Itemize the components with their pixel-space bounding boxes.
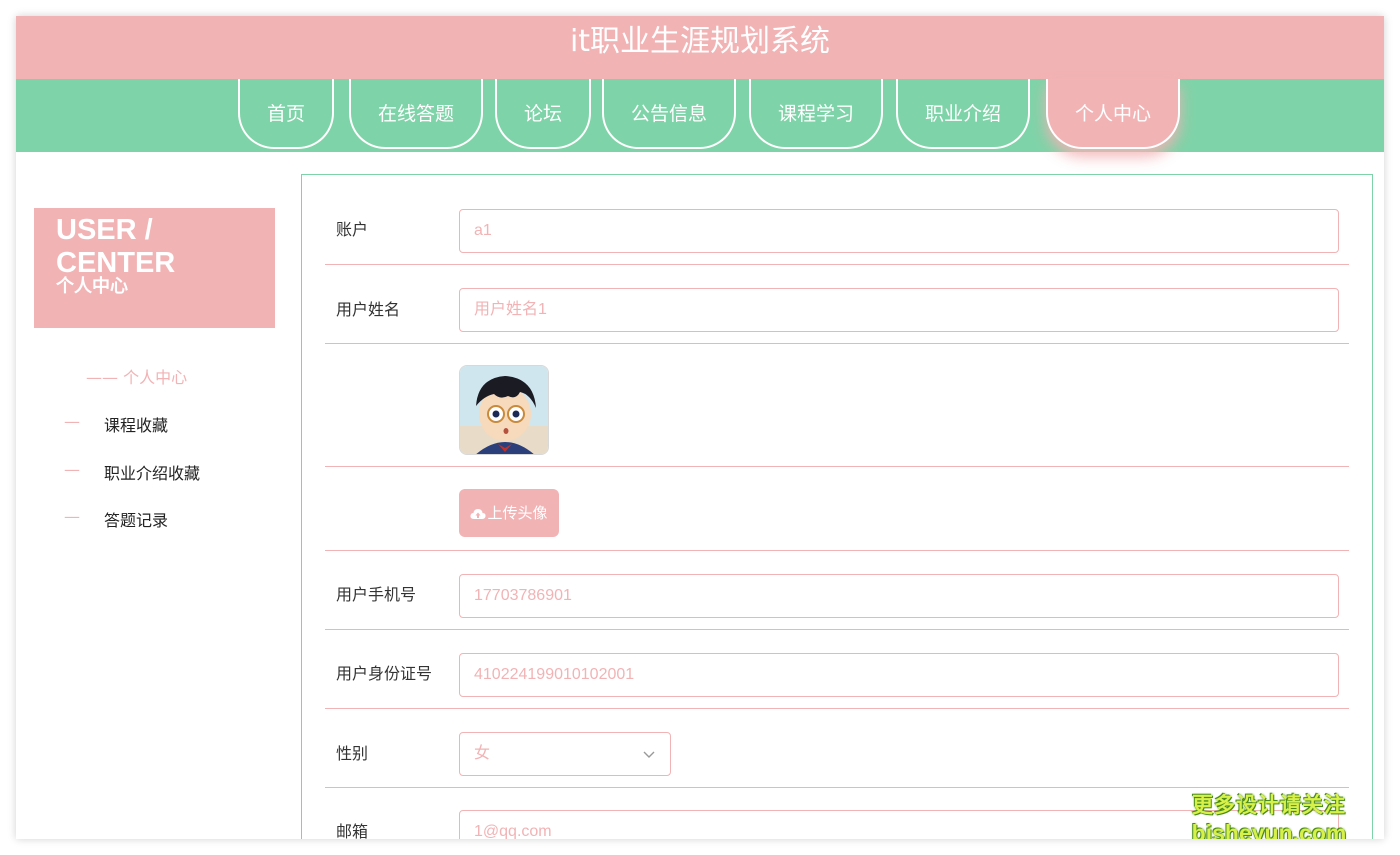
nav-item-announcements[interactable]: 公告信息	[602, 79, 736, 149]
upload-avatar-button[interactable]: 上传头像	[459, 489, 559, 537]
avatar	[459, 365, 549, 455]
phone-input[interactable]: 17703786901	[459, 574, 1339, 618]
sidebar-title-en: USER / CENTER	[56, 214, 176, 279]
nav-item-course-learning[interactable]: 课程学习	[749, 79, 883, 149]
gender-label: 性别	[336, 744, 369, 763]
nav-item-online-quiz[interactable]: 在线答题	[349, 79, 483, 149]
sidebar-item-label: 课程收藏	[104, 416, 169, 435]
watermark-line2: bisheyun.com	[1191, 820, 1347, 839]
app-title: it职业生涯规划系统	[16, 16, 1384, 79]
sidebar-item-label: 答题记录	[104, 511, 169, 530]
gender-selected-value: 女	[474, 745, 491, 762]
id-card-label: 用户身份证号	[336, 664, 433, 683]
sidebar-item-label: 职业介绍收藏	[104, 464, 201, 483]
form-row-phone: 用户手机号 17703786901	[325, 551, 1349, 630]
main-nav: 首页 在线答题 论坛 公告信息 课程学习 职业介绍 个人中心	[16, 79, 1384, 152]
chevron-down-icon	[643, 751, 655, 758]
watermark-line1: 更多设计请关注	[1192, 794, 1346, 817]
dash-icon: —	[64, 412, 80, 431]
nav-item-forum[interactable]: 论坛	[495, 79, 591, 149]
email-label: 邮箱	[336, 822, 369, 839]
account-label: 账户	[336, 220, 369, 239]
account-input[interactable]: a1	[459, 209, 1339, 253]
nav-item-home[interactable]: 首页	[238, 79, 334, 149]
id-card-input[interactable]: 410224199010102001	[459, 653, 1339, 697]
gender-select[interactable]: 女	[459, 732, 671, 776]
form-row-username: 用户姓名 用户姓名1	[325, 265, 1349, 344]
dash-icon: —	[64, 507, 80, 526]
form-row-upload: 上传头像	[325, 467, 1349, 551]
form-row-avatar	[325, 344, 1349, 467]
form-row-gender: 性别 女	[325, 709, 1349, 788]
watermark: 更多设计请关注 bisheyun.com	[1184, 792, 1354, 839]
form-row-account: 账户 a1	[325, 175, 1349, 265]
sidebar-item-personal-center[interactable]: —— 个人中心	[86, 364, 187, 388]
username-input[interactable]: 用户姓名1	[459, 288, 1339, 332]
upload-avatar-label: 上传头像	[487, 504, 548, 522]
app-window: it职业生涯规划系统 首页 在线答题 论坛 公告信息 课程学习 职业介绍 个人中…	[16, 16, 1384, 839]
profile-form: 账户 a1 用户姓名 用户姓名1 上传头像 用户手机号 17703786901 …	[301, 174, 1373, 839]
sidebar-header: USER / CENTER 个人中心	[34, 208, 275, 328]
phone-label: 用户手机号	[336, 585, 417, 604]
form-row-id-card: 用户身份证号 410224199010102001	[325, 630, 1349, 709]
sidebar-title-cn: 个人中心	[56, 276, 128, 297]
cloud-upload-icon	[470, 508, 487, 519]
nav-item-personal-center[interactable]: 个人中心	[1046, 79, 1180, 149]
dash-icon: —	[64, 460, 80, 479]
username-label: 用户姓名	[336, 300, 401, 319]
nav-item-career-intro[interactable]: 职业介绍	[896, 79, 1030, 149]
